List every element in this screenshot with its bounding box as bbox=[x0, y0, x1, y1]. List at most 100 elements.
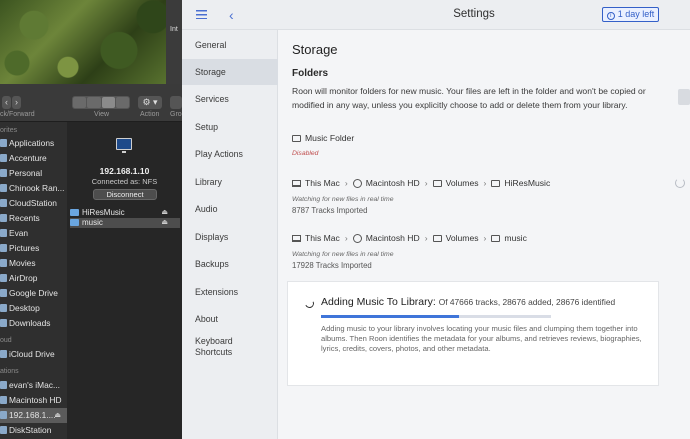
folder-icon bbox=[292, 135, 301, 142]
nav-services[interactable]: Services bbox=[182, 86, 278, 112]
sidebar-item-imac[interactable]: evan's iMac... bbox=[0, 378, 67, 393]
sidebar-item-google-drive[interactable]: Google Drive bbox=[0, 286, 67, 301]
computer-icon bbox=[292, 180, 301, 187]
import-progress-bar bbox=[321, 315, 551, 318]
trial-label: 1 day left bbox=[617, 9, 655, 19]
view-mode-control[interactable] bbox=[72, 96, 130, 109]
nav-extensions[interactable]: Extensions bbox=[182, 279, 278, 305]
music-folder-row[interactable]: Music Folder bbox=[292, 133, 354, 143]
finder-sidebar: orites Applications Accenture Personal C… bbox=[0, 122, 67, 439]
sidebar-item-desktop[interactable]: Desktop bbox=[0, 301, 67, 316]
action-button[interactable]: ⚙ ▾ bbox=[138, 96, 162, 109]
airdrop-icon bbox=[0, 274, 7, 282]
downloads-icon bbox=[0, 319, 7, 327]
server-icon bbox=[0, 411, 7, 419]
nav-setup[interactable]: Setup bbox=[182, 114, 278, 140]
disk-icon bbox=[352, 179, 362, 188]
background-window-label: Int bbox=[170, 26, 178, 33]
watch-status: Watching for new files in real time bbox=[292, 196, 394, 203]
loading-spinner-icon bbox=[303, 297, 316, 310]
share-row-music[interactable]: music ⏏ bbox=[70, 218, 180, 228]
sidebar-item-downloads[interactable]: Downloads bbox=[0, 316, 67, 331]
nav-displays[interactable]: Displays bbox=[182, 224, 278, 250]
folder-icon bbox=[0, 169, 7, 177]
gallery-view-button[interactable] bbox=[115, 97, 129, 108]
scrollbar-thumb[interactable] bbox=[678, 89, 690, 105]
chevron-right-icon: › bbox=[344, 178, 348, 188]
sidebar-item-movies[interactable]: Movies bbox=[0, 256, 67, 271]
back-button[interactable]: ‹ bbox=[2, 96, 11, 109]
sidebar-item-network-server[interactable]: 192.168.1.... ⏏ bbox=[0, 408, 67, 423]
column-view-button[interactable] bbox=[101, 97, 115, 108]
sidebar-item-recents[interactable]: Recents bbox=[0, 211, 67, 226]
import-progress-panel: Adding Music To Library: Of 47666 tracks… bbox=[288, 282, 658, 385]
icon-view-button[interactable] bbox=[73, 97, 87, 108]
trial-badge[interactable]: i1 day left bbox=[602, 7, 659, 22]
chevron-right-icon: › bbox=[483, 233, 487, 243]
cloud-icon bbox=[0, 350, 7, 358]
folder-icon bbox=[491, 180, 501, 187]
chevron-right-icon: › bbox=[424, 233, 428, 243]
nav-about[interactable]: About bbox=[182, 306, 278, 332]
track-count: 17928 Tracks Imported bbox=[292, 261, 372, 270]
sidebar-item-chinook[interactable]: Chinook Ran... bbox=[0, 181, 67, 196]
nav-general[interactable]: General bbox=[182, 32, 278, 58]
watch-status: Watching for new files in real time bbox=[292, 251, 394, 258]
folder-icon bbox=[432, 180, 442, 187]
loading-spinner-icon bbox=[675, 178, 685, 188]
sidebar-item-evan[interactable]: Evan bbox=[0, 226, 67, 241]
disconnect-button[interactable]: Disconnect bbox=[93, 189, 157, 200]
sidebar-item-pictures[interactable]: Pictures bbox=[0, 241, 67, 256]
connection-status: Connected as: NFS bbox=[91, 177, 158, 186]
movies-icon bbox=[0, 259, 7, 267]
folders-description: Roon will monitor folders for new music.… bbox=[292, 86, 646, 110]
eject-icon[interactable]: ⏏ bbox=[161, 218, 168, 228]
nav-library[interactable]: Library bbox=[182, 169, 278, 195]
sidebar-item-applications[interactable]: Applications bbox=[0, 136, 67, 151]
desktop-wallpaper bbox=[0, 0, 170, 84]
finder-window: ‹ › ck/Forward View ⚙ ▾ Action Gro orite… bbox=[0, 84, 182, 439]
watched-folder-path[interactable]: This Mac › Macintosh HD › Volumes › HiResMusic bbox=[292, 178, 550, 188]
eject-icon[interactable]: ⏏ bbox=[161, 208, 168, 218]
settings-nav: General Storage Services Setup Play Acti… bbox=[182, 30, 278, 439]
forward-button[interactable]: › bbox=[12, 96, 21, 109]
eject-icon[interactable]: ⏏ bbox=[54, 408, 61, 423]
import-stats: Of 47666 tracks, 28676 added, 28676 iden… bbox=[438, 297, 616, 307]
music-folder-status: Disabled bbox=[292, 150, 319, 157]
computer-icon bbox=[292, 235, 301, 242]
desktop-icon bbox=[0, 304, 7, 312]
music-folder-label: Music Folder bbox=[305, 133, 355, 143]
action-label: Action bbox=[140, 111, 160, 118]
sidebar-item-icloud-drive[interactable]: iCloud Drive bbox=[0, 347, 67, 362]
disk-icon bbox=[352, 234, 362, 243]
nav-audio[interactable]: Audio bbox=[182, 196, 278, 222]
watched-folder-path[interactable]: This Mac › Macintosh HD › Volumes › music bbox=[292, 233, 527, 243]
sidebar-item-macintosh-hd[interactable]: Macintosh HD bbox=[0, 393, 67, 408]
nav-keyboard-shortcuts[interactable]: Keyboard Shortcuts bbox=[182, 334, 278, 360]
group-button[interactable] bbox=[170, 96, 182, 109]
server-address: 192.168.1.10 bbox=[99, 166, 150, 176]
folder-icon bbox=[432, 235, 442, 242]
nav-play-actions[interactable]: Play Actions bbox=[182, 141, 278, 167]
server-display-icon bbox=[116, 138, 132, 153]
folder-icon bbox=[0, 199, 7, 207]
group-label: Gro bbox=[170, 111, 182, 118]
finder-toolbar: ‹ › ck/Forward View ⚙ ▾ Action Gro bbox=[0, 84, 182, 122]
sidebar-item-diskstation[interactable]: DiskStation bbox=[0, 423, 67, 438]
back-forward-label: ck/Forward bbox=[0, 111, 35, 118]
folder-icon bbox=[0, 289, 7, 297]
import-description: Adding music to your library involves lo… bbox=[321, 324, 642, 354]
list-view-button[interactable] bbox=[87, 97, 101, 108]
import-title: Adding Music To Library: Of 47666 tracks… bbox=[321, 296, 616, 308]
disk-icon bbox=[0, 396, 7, 404]
track-count: 8787 Tracks Imported bbox=[292, 206, 368, 215]
nav-backups[interactable]: Backups bbox=[182, 251, 278, 277]
sidebar-item-personal[interactable]: Personal bbox=[0, 166, 67, 181]
nav-storage[interactable]: Storage bbox=[182, 59, 278, 85]
sidebar-item-accenture[interactable]: Accenture bbox=[0, 151, 67, 166]
favorites-heading: orites bbox=[0, 127, 18, 134]
sidebar-item-cloudstation[interactable]: CloudStation bbox=[0, 196, 67, 211]
roon-settings-window: ‹ Settings i1 day left General Storage S… bbox=[182, 0, 690, 439]
share-row-hiresmusic[interactable]: HiResMusic ⏏ bbox=[70, 208, 180, 218]
sidebar-item-airdrop[interactable]: AirDrop bbox=[0, 271, 67, 286]
